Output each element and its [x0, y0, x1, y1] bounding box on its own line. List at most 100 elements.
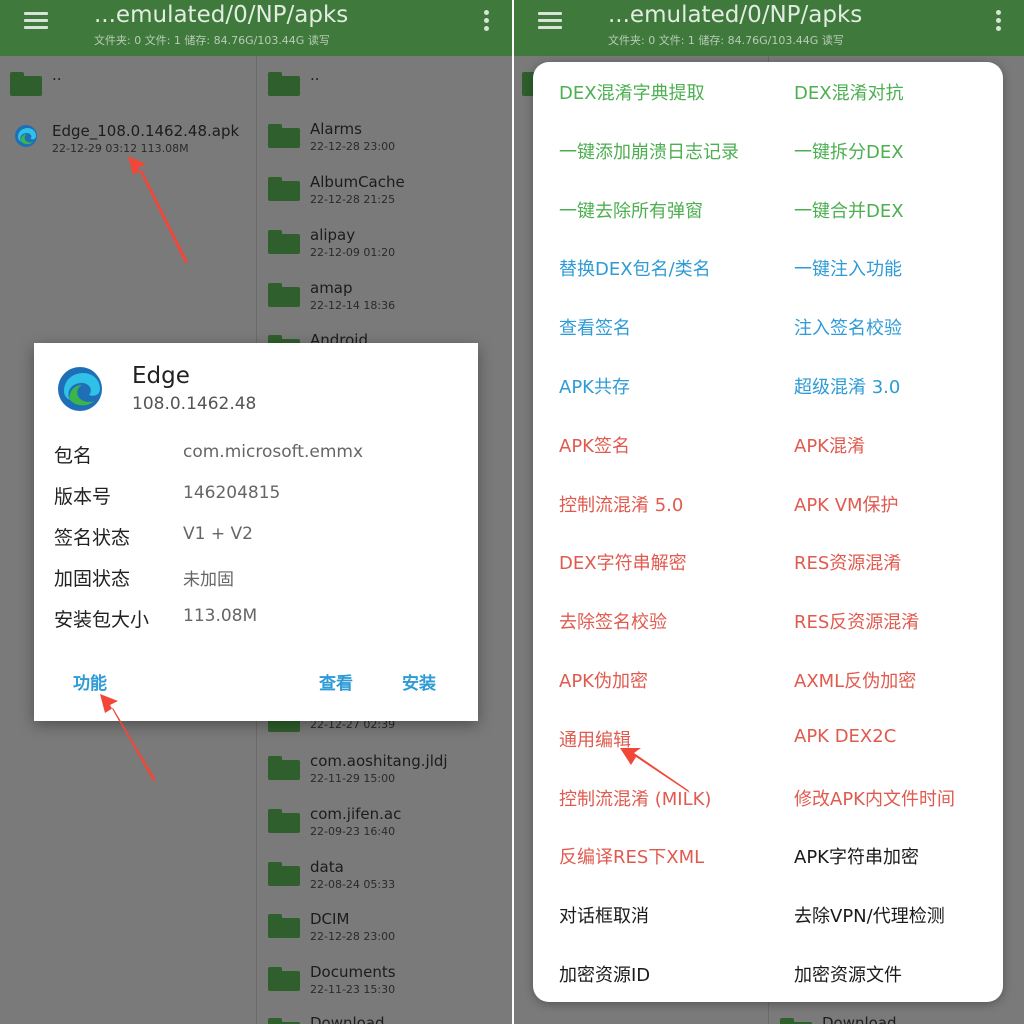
- menu-item[interactable]: APK签名: [559, 432, 630, 458]
- file-name: ..: [52, 66, 62, 84]
- menu-item[interactable]: APK伪加密: [559, 667, 648, 693]
- menu-item[interactable]: 对话框取消: [559, 902, 649, 928]
- menu-item[interactable]: RES反资源混淆: [794, 608, 919, 634]
- menu-item[interactable]: APK共存: [559, 373, 630, 399]
- left-screen: ...emulated/0/NP/apks 文件夹: 0 文件: 1 储存: 8…: [0, 0, 512, 1024]
- menu-item[interactable]: 通用编辑: [559, 726, 631, 752]
- path-title: ...emulated/0/NP/apks: [608, 2, 863, 28]
- menu-item[interactable]: DEX字符串解密: [559, 549, 687, 575]
- edge-icon: [15, 125, 37, 147]
- menu-item[interactable]: 去除签名校验: [559, 608, 667, 634]
- info-row-package: 包名 com.microsoft.emmx: [54, 441, 464, 471]
- folder-name: com.aoshitang.jldj: [310, 752, 448, 770]
- info-value: 113.08M: [183, 606, 258, 626]
- menu-item[interactable]: 超级混淆 3.0: [794, 373, 900, 399]
- menu-item[interactable]: APK VM保护: [794, 491, 899, 517]
- folder-name: AlbumCache: [310, 173, 405, 191]
- function-button[interactable]: 功能: [73, 669, 107, 694]
- file-row-parent[interactable]: ..: [10, 64, 250, 114]
- folder-icon: [780, 1018, 812, 1024]
- info-value: com.microsoft.emmx: [183, 442, 364, 462]
- menu-item[interactable]: 一键去除所有弹窗: [559, 197, 703, 223]
- menu-item[interactable]: APK DEX2C: [794, 726, 896, 747]
- folder-meta: 22-12-28 21:25: [310, 193, 396, 206]
- hamburger-menu-icon[interactable]: [24, 12, 48, 30]
- folder-meta: 22-12-28 23:00: [310, 930, 396, 943]
- menu-item[interactable]: 一键合并DEX: [794, 197, 904, 223]
- info-value: 146204815: [183, 483, 281, 503]
- folder-name: com.jifen.ac: [310, 805, 402, 823]
- path-title: ...emulated/0/NP/apks: [94, 2, 349, 28]
- folder-row[interactable]: AlbumCache 22-12-28 21:25: [268, 169, 508, 219]
- menu-item[interactable]: 加密资源ID: [559, 961, 650, 987]
- menu-item[interactable]: AXML反伪加密: [794, 667, 916, 693]
- folder-row[interactable]: amap 22-12-14 18:36: [268, 275, 508, 325]
- info-key: 版本号: [54, 486, 112, 508]
- folder-icon: [268, 967, 300, 991]
- menu-item[interactable]: 加密资源文件: [794, 961, 902, 987]
- view-button[interactable]: 查看: [319, 669, 353, 694]
- folder-row[interactable]: alipay 22-12-09 01:20: [268, 222, 508, 272]
- folder-icon: [268, 230, 300, 254]
- storage-info: 文件夹: 0 文件: 1 储存: 84.76G/103.44G 读写: [608, 34, 844, 47]
- folder-name: alipay: [310, 226, 356, 244]
- info-key: 包名: [54, 445, 93, 467]
- folder-row[interactable]: Download: [268, 1010, 508, 1024]
- menu-item[interactable]: 替换DEX包名/类名: [559, 255, 711, 281]
- folder-row[interactable]: data 22-08-24 05:33: [268, 854, 508, 904]
- folder-name: DCIM: [310, 910, 350, 928]
- folder-icon: [268, 756, 300, 780]
- info-row-signature: 签名状态 V1 + V2: [54, 523, 464, 553]
- folder-icon: [268, 1018, 300, 1024]
- folder-meta: 22-12-28 23:00: [310, 140, 396, 153]
- folder-icon: [268, 914, 300, 938]
- file-row-edge-apk[interactable]: Edge_108.0.1462.48.apk 22-12-29 03:12 11…: [14, 118, 254, 168]
- storage-info: 文件夹: 0 文件: 1 储存: 84.76G/103.44G 读写: [94, 34, 330, 47]
- toolbar: ...emulated/0/NP/apks 文件夹: 0 文件: 1 储存: 8…: [514, 0, 1024, 56]
- menu-item[interactable]: 注入签名校验: [794, 314, 902, 340]
- folder-row[interactable]: DCIM 22-12-28 23:00: [268, 906, 508, 956]
- menu-item[interactable]: 一键添加崩溃日志记录: [559, 138, 739, 164]
- folder-name: Alarms: [310, 120, 362, 138]
- folder-row[interactable]: com.aoshitang.jldj 22-11-29 15:00: [268, 748, 508, 798]
- folder-icon: [10, 72, 42, 96]
- menu-item[interactable]: 去除VPN/代理检测: [794, 902, 945, 928]
- toolbar: ...emulated/0/NP/apks 文件夹: 0 文件: 1 储存: 8…: [0, 0, 512, 56]
- info-key: 加固状态: [54, 568, 131, 590]
- menu-item[interactable]: 查看签名: [559, 314, 631, 340]
- folder-meta: 22-12-09 01:20: [310, 246, 396, 259]
- app-info-dialog: Edge 108.0.1462.48 包名 com.microsoft.emmx…: [34, 343, 478, 721]
- info-value: V1 + V2: [183, 524, 253, 544]
- folder-meta: 22-11-23 15:30: [310, 983, 396, 996]
- function-menu: DEX混淆字典提取一键添加崩溃日志记录 一键去除所有弹窗 替换DEX包名/类名 查看签…: [533, 62, 1003, 1002]
- menu-item[interactable]: 反编译RES下XML: [559, 843, 704, 869]
- folder-row[interactable]: Documents 22-11-23 15:30: [268, 959, 508, 1009]
- menu-item[interactable]: 控制流混淆 (MILK): [559, 785, 711, 811]
- hamburger-menu-icon[interactable]: [538, 12, 562, 30]
- info-row-protection: 加固状态 未加固: [54, 564, 464, 594]
- info-key: 安装包大小: [54, 609, 150, 631]
- menu-item[interactable]: 一键注入功能: [794, 255, 902, 281]
- info-row-version-code: 版本号 146204815: [54, 482, 464, 512]
- folder-row[interactable]: com.jifen.ac 22-09-23 16:40: [268, 801, 508, 851]
- folder-name: data: [310, 858, 344, 876]
- app-name: Edge: [132, 363, 190, 389]
- install-button[interactable]: 安装: [402, 669, 436, 694]
- folder-meta: 22-12-14 18:36: [310, 299, 396, 312]
- folder-name: amap: [310, 279, 353, 297]
- menu-item[interactable]: 修改APK内文件时间: [794, 785, 955, 811]
- menu-item[interactable]: APK字符串加密: [794, 843, 919, 869]
- menu-item[interactable]: RES资源混淆: [794, 549, 901, 575]
- menu-item[interactable]: 控制流混淆 5.0: [559, 491, 683, 517]
- folder-meta: 22-09-23 16:40: [310, 825, 396, 838]
- folder-row[interactable]: ..: [268, 64, 508, 114]
- overflow-menu-icon[interactable]: [484, 10, 490, 34]
- folder-icon: [268, 72, 300, 96]
- menu-item[interactable]: DEX混淆对抗: [794, 79, 904, 105]
- menu-item[interactable]: DEX混淆字典提取: [559, 79, 705, 105]
- overflow-menu-icon[interactable]: [996, 10, 1002, 34]
- menu-item[interactable]: APK混淆: [794, 432, 865, 458]
- folder-row[interactable]: Alarms 22-12-28 23:00: [268, 116, 508, 166]
- folder-row[interactable]: Download: [780, 1010, 1020, 1024]
- menu-item[interactable]: 一键拆分DEX: [794, 138, 904, 164]
